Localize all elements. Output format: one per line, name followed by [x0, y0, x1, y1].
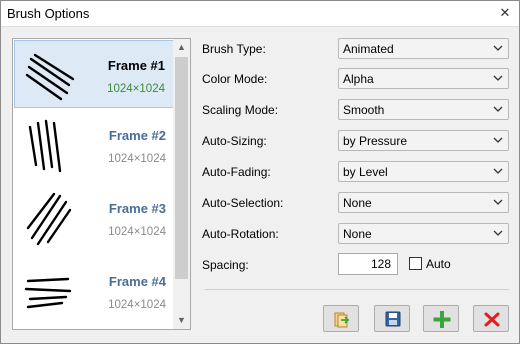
frame-list-scrollbar[interactable]: ▲ ▼ — [173, 39, 190, 329]
chevron-down-icon — [493, 137, 503, 143]
window-title: Brush Options — [7, 6, 90, 21]
chevron-down-icon — [493, 75, 503, 81]
frame-size: 1024×1024 — [108, 153, 166, 165]
auto-sizing-select[interactable]: by Pressure — [338, 130, 509, 151]
auto-selection-label: Auto-Selection: — [202, 196, 284, 210]
delete-button[interactable] — [473, 305, 509, 332]
frame-item-1[interactable]: Frame #1 1024×1024 — [14, 40, 174, 108]
scroll-thumb[interactable] — [175, 57, 188, 279]
frame-item-3[interactable]: Frame #3 1024×1024 — [14, 184, 174, 252]
save-icon — [385, 311, 401, 327]
frame-name: Frame #2 — [108, 128, 166, 143]
chevron-down-icon — [493, 199, 503, 205]
frame-size: 1024×1024 — [108, 299, 166, 311]
chevron-down-icon — [493, 168, 503, 174]
auto-rotation-label: Auto-Rotation: — [202, 227, 279, 241]
select-value: None — [343, 227, 372, 241]
scaling-mode-label: Scaling Mode: — [202, 103, 279, 117]
save-button[interactable] — [374, 305, 410, 332]
brush-frame-3-icon — [26, 192, 72, 246]
frame-name: Frame #4 — [108, 274, 166, 289]
auto-fading-label: Auto-Fading: — [202, 165, 271, 179]
spacing-input[interactable]: 128 — [338, 253, 398, 275]
color-mode-select[interactable]: Alpha — [338, 68, 509, 89]
import-button[interactable] — [323, 305, 359, 332]
select-value: by Pressure — [343, 134, 408, 148]
frame-item-2[interactable]: Frame #2 1024×1024 — [14, 111, 174, 179]
scroll-up-icon[interactable]: ▲ — [173, 39, 190, 56]
auto-rotation-select[interactable]: None — [338, 223, 509, 244]
select-value: None — [343, 196, 372, 210]
brush-type-label: Brush Type: — [202, 42, 266, 56]
spacing-label: Spacing: — [202, 258, 249, 272]
close-icon[interactable]: ✕ — [497, 5, 513, 21]
auto-spacing-label[interactable]: Auto — [426, 257, 451, 271]
chevron-down-icon — [493, 230, 503, 236]
frame-list[interactable]: Frame #1 1024×1024 Frame #2 1024×1024 Fr… — [12, 38, 191, 330]
auto-fading-select[interactable]: by Level — [338, 161, 509, 182]
frame-name: Frame #1 — [107, 58, 165, 73]
brush-type-select[interactable]: Animated — [338, 38, 509, 59]
chevron-down-icon — [493, 106, 503, 112]
select-value: Alpha — [343, 72, 374, 86]
frame-item-4[interactable]: Frame #4 1024×1024 — [14, 257, 174, 325]
frame-size: 1024×1024 — [108, 226, 166, 238]
brush-frame-4-icon — [24, 277, 72, 309]
add-icon — [433, 311, 451, 328]
auto-selection-select[interactable]: None — [338, 192, 509, 213]
brush-options-dialog: Brush Options ✕ Frame #1 1024×1024 Frame… — [0, 0, 520, 344]
scaling-mode-select[interactable]: Smooth — [338, 99, 509, 120]
select-value: by Level — [343, 165, 388, 179]
chevron-down-icon — [493, 45, 503, 51]
brush-frame-1-icon — [25, 53, 75, 101]
color-mode-label: Color Mode: — [202, 72, 268, 86]
delete-icon — [484, 312, 500, 327]
auto-spacing-checkbox[interactable] — [409, 257, 422, 270]
auto-sizing-label: Auto-Sizing: — [202, 134, 267, 148]
select-value: Animated — [343, 42, 394, 56]
separator — [205, 289, 509, 290]
frame-name: Frame #3 — [108, 201, 166, 216]
select-value: Smooth — [343, 103, 385, 117]
import-icon — [334, 312, 350, 328]
add-button[interactable] — [423, 305, 459, 332]
title-bar: Brush Options ✕ — [1, 1, 519, 27]
frame-size: 1024×1024 — [107, 83, 165, 95]
brush-frame-2-icon — [28, 119, 62, 173]
scroll-down-icon[interactable]: ▼ — [173, 312, 190, 329]
